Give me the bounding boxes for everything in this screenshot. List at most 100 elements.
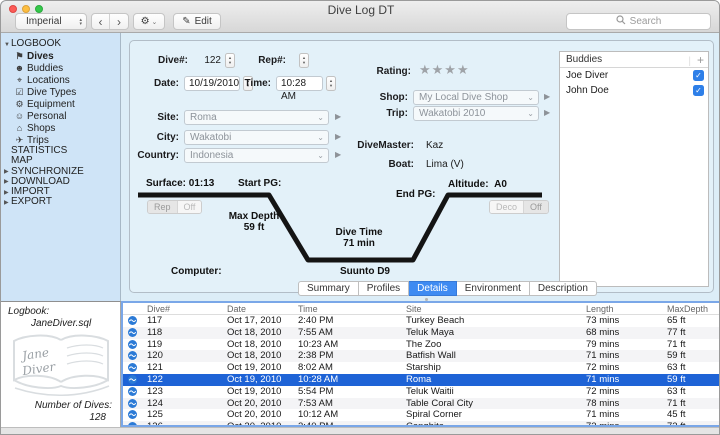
search-input[interactable]: Search: [566, 13, 711, 30]
chevron-down-icon: ⌄: [527, 91, 534, 104]
sidebar-section-logbook[interactable]: ▼LOGBOOK: [1, 37, 120, 50]
edit-button[interactable]: ✎ Edit: [173, 13, 221, 30]
buddies-list: Joe Diver✓John Doe✓: [560, 68, 708, 98]
shop-detail-arrow[interactable]: ▶: [544, 92, 550, 101]
disclosure-closed-icon[interactable]: ▶: [4, 198, 11, 208]
shop-combobox[interactable]: My Local Dive Shop⌄: [413, 90, 539, 105]
cell-dive-number: 119: [147, 339, 162, 351]
divemaster-value: Kaz: [426, 140, 443, 151]
table-row-dive-117[interactable]: 117Oct 17, 20102:40 PMTurkey Beach73 min…: [123, 315, 719, 327]
table-row-dive-120[interactable]: 120Oct 18, 20102:38 PMBatfish Wall71 min…: [123, 350, 719, 362]
table-row-dive-121[interactable]: 121Oct 19, 20108:02 AMStarship72 mins63 …: [123, 362, 719, 374]
country-detail-arrow[interactable]: ▶: [335, 150, 341, 159]
action-gear-button[interactable]: ⚙ ⌄: [133, 13, 165, 30]
popup-arrows-icon: ▴▾: [79, 18, 82, 26]
sidebar-section-export[interactable]: ▶EXPORT: [1, 197, 120, 207]
equipment-icon: ⚙: [14, 98, 25, 110]
surface-interval: Surface: 01:13: [146, 178, 214, 189]
date-field[interactable]: 10/19/2010: [184, 76, 240, 91]
country-combobox[interactable]: Indonesia⌄: [184, 148, 329, 163]
chevron-down-icon: ⌄: [317, 111, 324, 124]
cell-length: 71 mins: [586, 409, 619, 421]
rep-number-stepper[interactable]: ▴▾: [299, 53, 309, 68]
sidebar-item-dives[interactable]: ⚑Dives: [1, 50, 120, 62]
tab-description[interactable]: Description: [530, 281, 597, 296]
tab-details[interactable]: Details: [409, 281, 457, 296]
cell-length: 79 mins: [586, 339, 619, 351]
disclosure-open-icon[interactable]: ▼: [4, 39, 11, 52]
buddy-checkbox[interactable]: ✓: [693, 85, 704, 96]
dive-number-stepper[interactable]: ▴▾: [225, 53, 235, 68]
deco-toggle-off[interactable]: Off: [523, 201, 548, 213]
chevron-down-icon: ⌄: [527, 107, 534, 120]
buddies-icon: ☻: [14, 62, 25, 74]
buddies-header: Buddies |+: [560, 52, 708, 68]
add-buddy-button[interactable]: +: [697, 53, 704, 67]
cell-date: Oct 18, 2010: [227, 350, 281, 362]
rating-stars[interactable]: ★★★★: [419, 62, 470, 78]
cell-date: Oct 19, 2010: [227, 374, 281, 386]
cell-maxdepth: 65 ft: [667, 315, 686, 327]
cell-dive-number: 124: [147, 398, 163, 410]
tab-profiles[interactable]: Profiles: [359, 281, 409, 296]
country-label: Country:: [129, 150, 179, 161]
time-field[interactable]: 10:28 AM: [276, 76, 323, 91]
city-detail-arrow[interactable]: ▶: [335, 132, 341, 141]
sidebar-item-personal[interactable]: ☺Personal: [1, 110, 120, 122]
sidebar: ▼LOGBOOK⚑Dives☻Buddies⌖Locations☑Dive Ty…: [1, 33, 121, 301]
buddies-header-label: Buddies: [566, 52, 602, 67]
sidebar-item-buddies[interactable]: ☻Buddies: [1, 62, 120, 74]
table-row-dive-125[interactable]: 125Oct 20, 201010:12 AMSpiral Corner71 m…: [123, 409, 719, 421]
gear-icon: ⚙: [141, 16, 150, 27]
column-header-date[interactable]: Date: [227, 303, 246, 315]
rep-toggle-rep[interactable]: Rep: [148, 201, 177, 213]
sidebar-item-label: Dive Types: [27, 87, 76, 98]
number-of-dives-value: 128: [89, 412, 106, 423]
disclosure-closed-icon[interactable]: ▶: [4, 167, 11, 177]
sidebar-item-equipment[interactable]: ⚙Equipment: [1, 98, 120, 110]
cell-length: 71 mins: [586, 374, 619, 386]
tab-summary[interactable]: Summary: [298, 281, 359, 296]
cell-maxdepth: 63 ft: [667, 362, 686, 374]
deco-toggle[interactable]: Deco Off: [489, 200, 549, 214]
back-button[interactable]: ‹: [92, 14, 110, 29]
trip-detail-arrow[interactable]: ▶: [544, 108, 550, 117]
table-row-dive-122[interactable]: 122Oct 19, 201010:28 AMRoma71 mins59 ft: [123, 374, 719, 386]
city-combobox[interactable]: Wakatobi⌄: [184, 130, 329, 145]
table-row-dive-123[interactable]: 123Oct 19, 20105:54 PMTeluk Waitii72 min…: [123, 386, 719, 398]
site-detail-arrow[interactable]: ▶: [335, 112, 341, 121]
column-header-maxdepth[interactable]: MaxDepth: [667, 303, 708, 315]
time-stepper[interactable]: ▴▾: [326, 76, 336, 91]
cell-maxdepth: 77 ft: [667, 327, 686, 339]
tab-environment[interactable]: Environment: [457, 281, 530, 296]
cell-dive-number: 117: [147, 315, 162, 327]
rep-toggle-off[interactable]: Off: [177, 201, 202, 213]
column-header-time[interactable]: Time: [298, 303, 318, 315]
logbook-label: Logbook:: [8, 306, 49, 317]
table-row-dive-124[interactable]: 124Oct 20, 20107:53 AMTable Coral City78…: [123, 398, 719, 410]
chevron-down-icon: ⌄: [152, 18, 158, 26]
cell-time: 8:02 AM: [298, 362, 333, 374]
forward-button[interactable]: ›: [110, 14, 128, 29]
column-header-length[interactable]: Length: [586, 303, 614, 315]
table-row-dive-118[interactable]: 118Oct 18, 20107:55 AMTeluk Maya68 mins7…: [123, 327, 719, 339]
site-combobox[interactable]: Roma⌄: [184, 110, 329, 125]
buddy-checkbox[interactable]: ✓: [693, 70, 704, 81]
disclosure-closed-icon[interactable]: ▶: [4, 188, 11, 198]
buddy-row[interactable]: John Doe✓: [560, 83, 708, 98]
column-header-dive-[interactable]: Dive#: [147, 303, 170, 315]
deco-toggle-deco[interactable]: Deco: [490, 201, 523, 213]
sidebar-section-label: LOGBOOK: [11, 38, 61, 49]
buddy-row[interactable]: Joe Diver✓: [560, 68, 708, 83]
disclosure-closed-icon[interactable]: ▶: [4, 177, 11, 187]
rep-toggle[interactable]: Rep Off: [147, 200, 202, 214]
table-row-dive-119[interactable]: 119Oct 18, 201010:23 AMThe Zoo79 mins71 …: [123, 339, 719, 351]
sidebar-item-shops[interactable]: ⌂Shops: [1, 122, 120, 134]
units-popup-button[interactable]: Imperial ▴▾: [15, 13, 87, 30]
trip-combobox[interactable]: Wakatobi 2010⌄: [413, 106, 539, 121]
dive-number-value: 122: [199, 55, 221, 66]
column-header-site[interactable]: Site: [406, 303, 422, 315]
sidebar-item-locations[interactable]: ⌖Locations: [1, 74, 120, 86]
sidebar-item-dive-types[interactable]: ☑Dive Types: [1, 86, 120, 98]
nav-button-group: ‹ ›: [91, 13, 129, 30]
